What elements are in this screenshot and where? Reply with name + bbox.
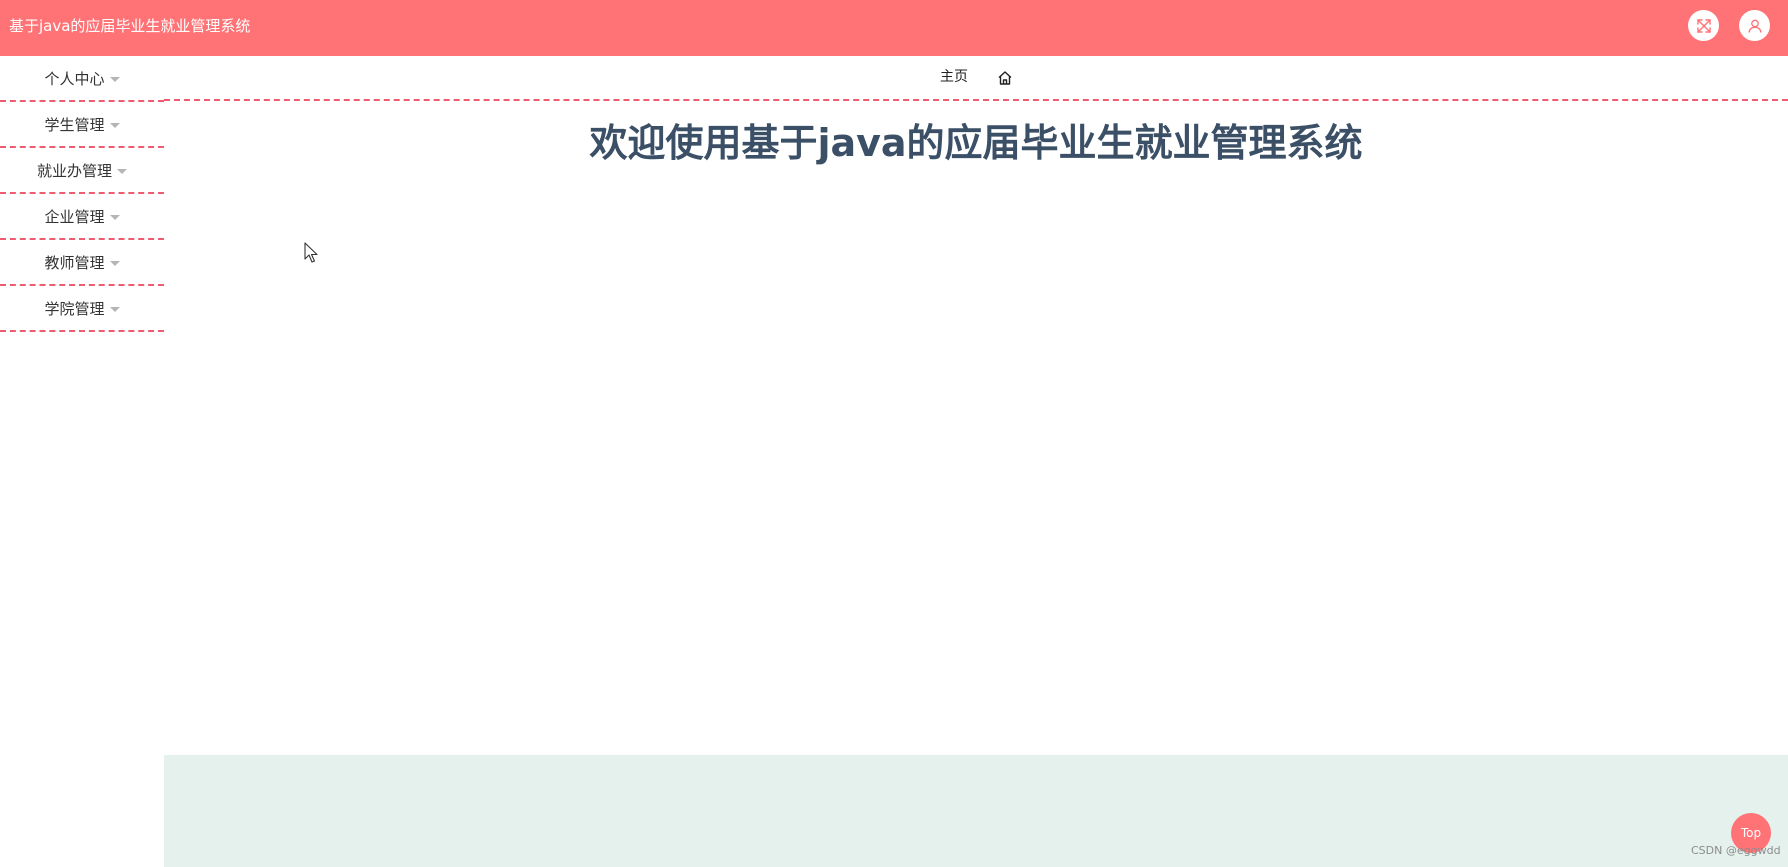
top-header: 基于java的应届毕业生就业管理系统 [0, 0, 1788, 56]
home-icon[interactable] [996, 69, 1014, 87]
sidebar-item-enterprise-management[interactable]: 企业管理 [0, 194, 164, 240]
fullscreen-icon [1696, 18, 1711, 33]
sidebar-item-label: 教师管理 [44, 253, 105, 272]
sidebar-item-teacher-management[interactable]: 教师管理 [0, 240, 164, 286]
footer-band [164, 755, 1788, 867]
mouse-cursor-icon [304, 242, 318, 263]
watermark: CSDN @eggwdd [1691, 844, 1781, 857]
sidebar-item-label: 个人中心 [44, 69, 105, 88]
sidebar-item-employment-office-management[interactable]: 就业办管理 [0, 148, 164, 194]
sidebar-item-label: 企业管理 [44, 207, 105, 226]
welcome-title: 欢迎使用基于java的应届毕业生就业管理系统 [589, 121, 1363, 165]
sidebar-item-label: 就业办管理 [36, 161, 112, 180]
sidebar-item-student-management[interactable]: 学生管理 [0, 102, 164, 148]
caret-down-icon [109, 122, 120, 128]
caret-down-icon [109, 214, 120, 220]
caret-down-icon [109, 306, 120, 312]
fullscreen-button[interactable] [1688, 10, 1719, 41]
breadcrumb-home-link[interactable]: 主页 [940, 56, 968, 99]
sidebar-item-label: 学院管理 [44, 299, 105, 318]
sidebar-menu: 个人中心 学生管理 就业办管理 企业管理 教师管理 学院管理 [0, 56, 164, 867]
caret-down-icon [109, 76, 120, 82]
app-page: 基于java的应届毕业生就业管理系统 个人中心 学生管理 就业办管理 企业管理 … [0, 0, 1788, 867]
user-icon [1747, 19, 1762, 33]
breadcrumb: 主页 [164, 56, 1788, 101]
caret-down-icon [109, 260, 120, 266]
sidebar-item-college-management[interactable]: 学院管理 [0, 286, 164, 332]
user-menu-button[interactable] [1739, 10, 1770, 41]
app-title: 基于java的应届毕业生就业管理系统 [9, 17, 251, 35]
sidebar-item-label: 学生管理 [44, 115, 105, 134]
caret-down-icon [117, 168, 127, 174]
sidebar-item-personal-center[interactable]: 个人中心 [0, 56, 164, 102]
